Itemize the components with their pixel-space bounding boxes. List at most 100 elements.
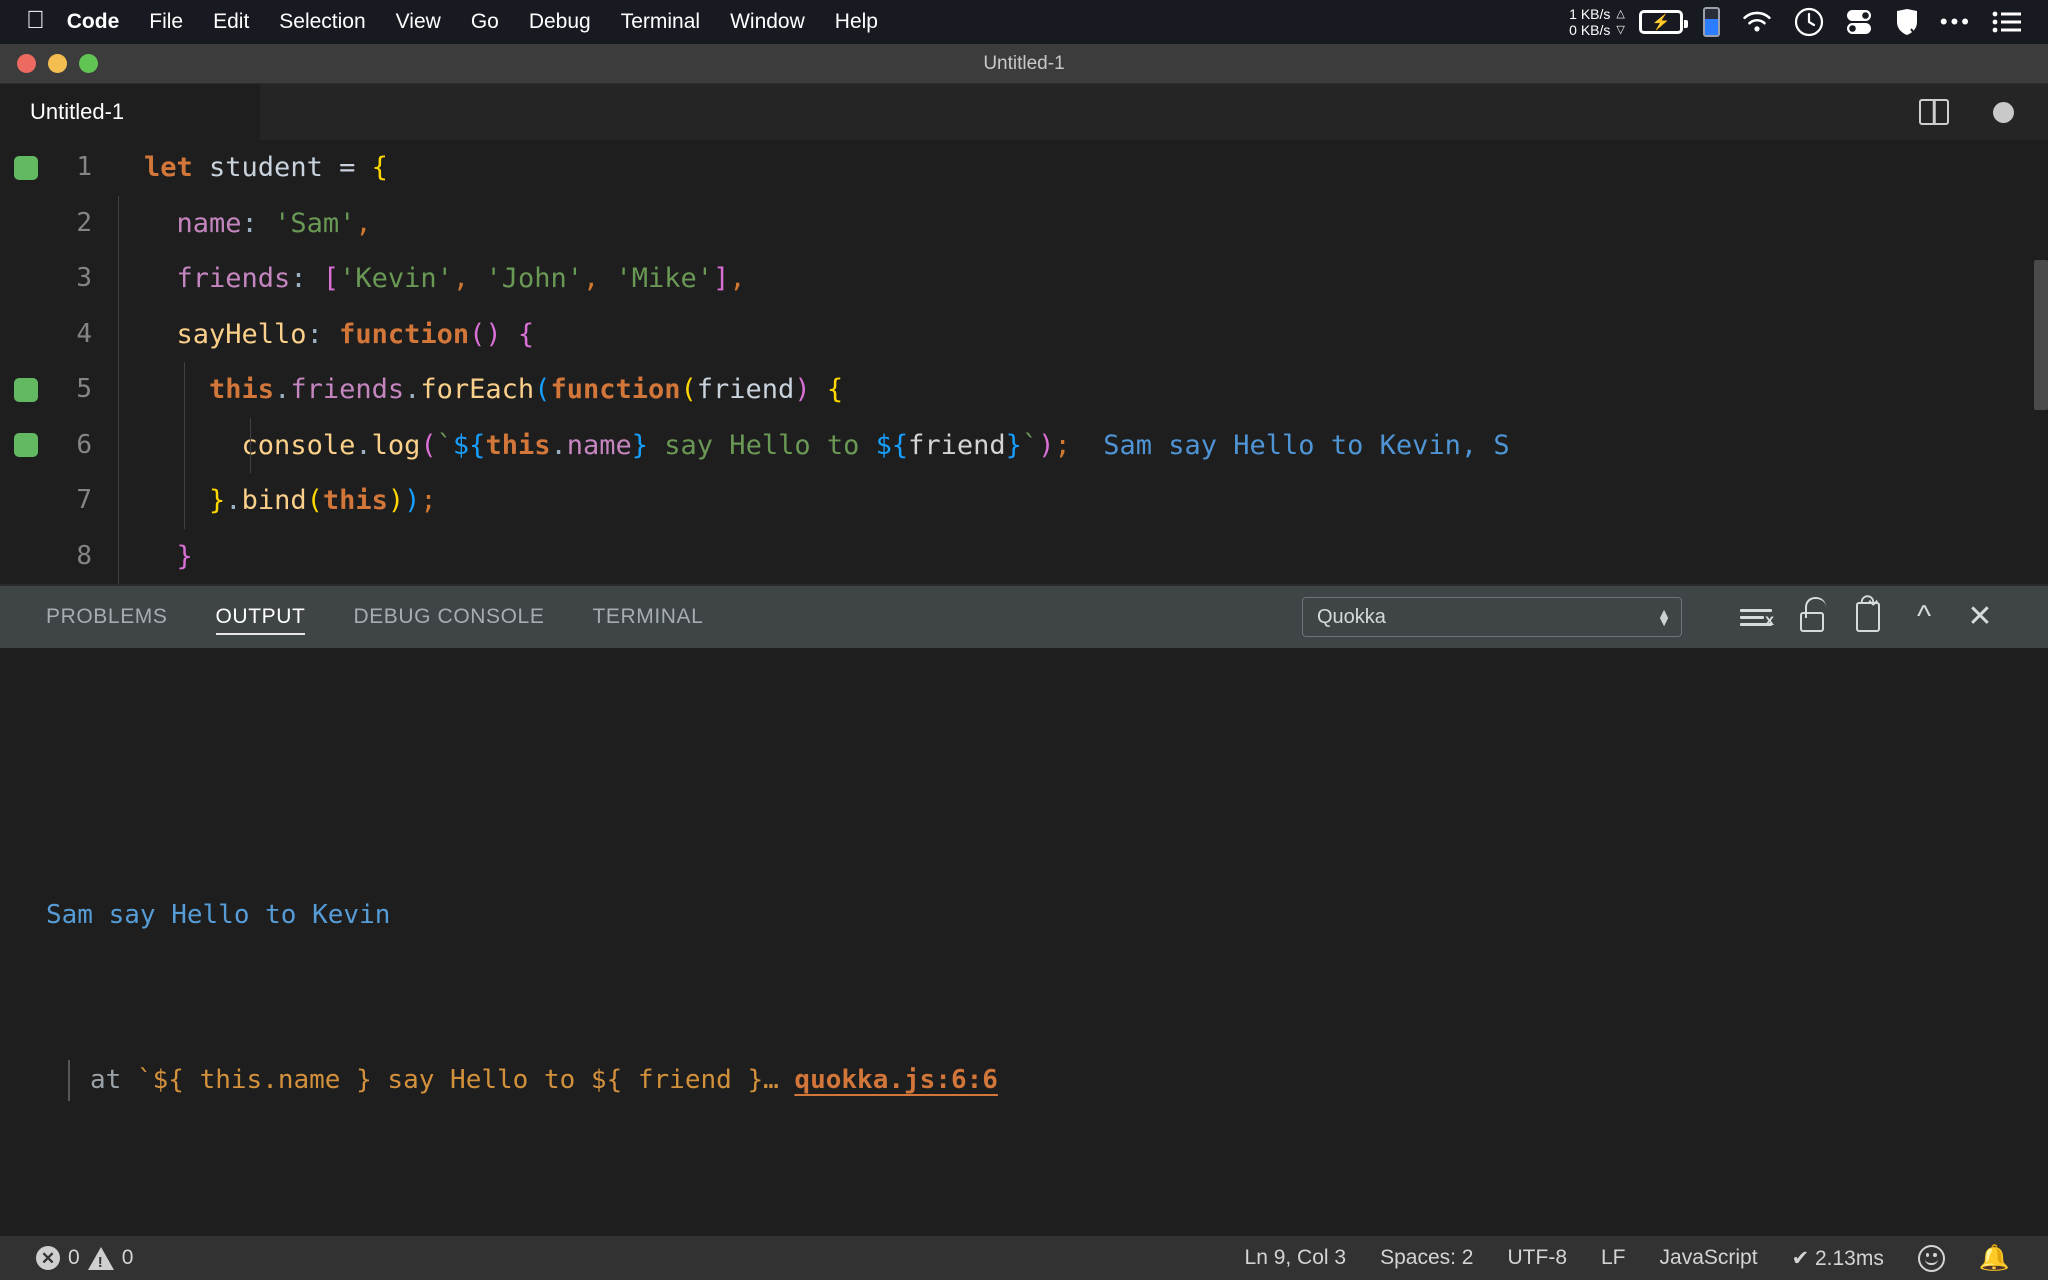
editor-actions: [1919, 84, 2048, 140]
editor-line-8[interactable]: 8 }: [0, 529, 2048, 585]
menu-item-terminal[interactable]: Terminal: [621, 10, 700, 34]
clear-output-icon[interactable]: x: [1728, 593, 1784, 641]
coverage-marker: [14, 378, 38, 402]
open-in-editor-icon[interactable]: [1840, 593, 1896, 641]
output-stack-trace: `${ this.name } say Hello to ${ friend }…: [137, 1065, 794, 1095]
apple-icon[interactable]: : [26, 8, 45, 33]
menu-item-help[interactable]: Help: [835, 10, 878, 34]
status-indentation[interactable]: Spaces: 2: [1380, 1246, 1473, 1270]
editor-line-3[interactable]: 3 friends: ['Kevin', 'John', 'Mike'],: [0, 251, 2048, 307]
menu-item-view[interactable]: View: [396, 10, 441, 34]
wifi-icon[interactable]: [1740, 9, 1774, 35]
chevron-updown-icon: ▲▼: [1657, 609, 1671, 625]
tab-debug-console[interactable]: DEBUG CONSOLE: [353, 586, 544, 648]
output-channel-select[interactable]: Quokka ▲▼: [1302, 597, 1682, 637]
network-download-speed: 0 KB/s: [1569, 22, 1610, 38]
status-language-mode[interactable]: JavaScript: [1660, 1246, 1758, 1270]
bottom-panel: PROBLEMS OUTPUT DEBUG CONSOLE TERMINAL Q…: [0, 585, 2048, 1236]
line-number: 7: [0, 473, 118, 529]
editor-line-9[interactable]: 9 };: [0, 584, 2048, 585]
editor-line-2[interactable]: 2 name: 'Sam',: [0, 196, 2048, 252]
editor-line-4[interactable]: 4 sayHello: function() {: [0, 307, 2048, 363]
line-number: 8: [0, 529, 118, 585]
output-content: Sam say Hello to Kevin at `${ this.name …: [0, 778, 2048, 1236]
tab-bar-filler: [260, 84, 1919, 140]
status-problems[interactable]: ✕ 0 0: [36, 1246, 133, 1270]
line-number: 9: [0, 584, 118, 585]
vscode-window: Untitled-1 Untitled-1 1 let student = { …: [0, 44, 2048, 1280]
status-quokka-time[interactable]: ✔ 2.13ms: [1792, 1246, 1884, 1271]
status-eol[interactable]: LF: [1601, 1246, 1626, 1270]
menu-item-window[interactable]: Window: [730, 10, 805, 34]
unsaved-dot-icon[interactable]: [1993, 102, 2014, 123]
line-number: 2: [0, 196, 118, 252]
list-icon[interactable]: [1992, 9, 2022, 35]
network-speed-indicator[interactable]: 1 KB/s 0 KB/s △ ▽: [1569, 6, 1625, 38]
status-bar: ✕ 0 0 Ln 9, Col 3 Spaces: 2 UTF-8 LF Jav…: [0, 1236, 2048, 1280]
editor-tab-untitled-1[interactable]: Untitled-1: [0, 84, 260, 140]
close-panel-icon[interactable]: ✕: [1952, 593, 2008, 641]
editor-scrollbar-thumb[interactable]: [2034, 260, 2048, 410]
window-title-bar: Untitled-1: [0, 44, 2048, 84]
tab-terminal[interactable]: TERMINAL: [592, 586, 703, 648]
download-arrow-icon: ▽: [1616, 22, 1624, 38]
code-line-text: }.bind(this));: [118, 473, 437, 529]
battery-charging-icon[interactable]: ⚡: [1639, 10, 1683, 34]
output-stack-line: at `${ this.name } say Hello to ${ frien…: [46, 1053, 2048, 1108]
error-icon: ✕: [36, 1246, 60, 1270]
smiley-icon[interactable]: [1918, 1245, 1945, 1272]
warning-count: 0: [122, 1246, 134, 1270]
output-blank-line: [46, 1218, 2048, 1236]
code-line-text: name: 'Sam',: [118, 196, 372, 252]
panel-tab-bar: PROBLEMS OUTPUT DEBUG CONSOLE TERMINAL Q…: [0, 586, 2048, 648]
status-encoding[interactable]: UTF-8: [1508, 1246, 1568, 1270]
line-number: 3: [0, 251, 118, 307]
output-stack-at: at: [90, 1065, 137, 1095]
toggles-icon[interactable]: [1844, 7, 1874, 37]
menu-item-go[interactable]: Go: [471, 10, 499, 34]
editor-line-1[interactable]: 1 let student = {: [0, 140, 2048, 196]
code-line-text: this.friends.forEach(function(friend) {: [118, 362, 843, 418]
split-editor-icon[interactable]: [1919, 99, 1949, 125]
editor-tab-label: Untitled-1: [30, 99, 124, 125]
code-line-text: friends: ['Kevin', 'John', 'Mike'],: [118, 251, 746, 307]
code-line-text: sayHello: function() {: [118, 307, 534, 363]
menu-item-debug[interactable]: Debug: [529, 10, 591, 34]
line-number: 4: [0, 307, 118, 363]
code-line-text: };: [118, 584, 177, 585]
code-line-text: }: [118, 529, 193, 585]
panel-toolbar: Quokka ▲▼ x ^ ✕: [1302, 593, 2048, 641]
lock-scroll-icon[interactable]: [1784, 593, 1840, 641]
tab-output[interactable]: OUTPUT: [216, 586, 306, 648]
output-message: Sam say Hello to Kevin: [46, 888, 2048, 943]
editor-tab-bar: Untitled-1: [0, 84, 2048, 140]
menu-item-file[interactable]: File: [149, 10, 183, 34]
code-line-text: console.log(`${this.name} say Hello to $…: [118, 418, 1510, 474]
menu-item-code[interactable]: Code: [67, 10, 120, 34]
output-view[interactable]: Sam say Hello to Kevin at `${ this.name …: [0, 648, 2048, 1236]
collapse-panel-icon[interactable]: ^: [1896, 593, 1952, 641]
output-source-link[interactable]: quokka.js:6:6: [794, 1065, 998, 1095]
ellipsis-icon[interactable]: •••: [1940, 11, 1972, 33]
vertical-battery-icon[interactable]: [1703, 7, 1720, 37]
status-bar-left: ✕ 0 0: [22, 1246, 133, 1270]
shield-icon[interactable]: [1894, 7, 1920, 37]
editor-line-7[interactable]: 7 }.bind(this));: [0, 473, 2048, 529]
coverage-marker: [14, 156, 38, 180]
menu-item-selection[interactable]: Selection: [279, 10, 365, 34]
menu-bar-status-items: 1 KB/s 0 KB/s △ ▽ ⚡ •••: [1569, 6, 2048, 38]
tab-problems[interactable]: PROBLEMS: [46, 586, 168, 648]
menu-item-edit[interactable]: Edit: [213, 10, 249, 34]
code-editor[interactable]: 1 let student = { 2 name: 'Sam', 3 frien…: [0, 140, 2048, 585]
clock-icon[interactable]: [1794, 7, 1824, 37]
bell-icon[interactable]: 🔔: [1979, 1246, 2010, 1271]
status-cursor-position[interactable]: Ln 9, Col 3: [1245, 1246, 1347, 1270]
editor-line-5[interactable]: 5 this.friends.forEach(function(friend) …: [0, 362, 2048, 418]
status-bar-right: Ln 9, Col 3 Spaces: 2 UTF-8 LF JavaScrip…: [1245, 1245, 2026, 1272]
network-upload-speed: 1 KB/s: [1569, 6, 1610, 22]
output-channel-value: Quokka: [1317, 606, 1386, 629]
editor-line-6[interactable]: 6 console.log(`${this.name} say Hello to…: [0, 418, 2048, 474]
window-title: Untitled-1: [0, 53, 2048, 75]
coverage-marker: [14, 433, 38, 457]
upload-arrow-icon: △: [1616, 6, 1624, 22]
